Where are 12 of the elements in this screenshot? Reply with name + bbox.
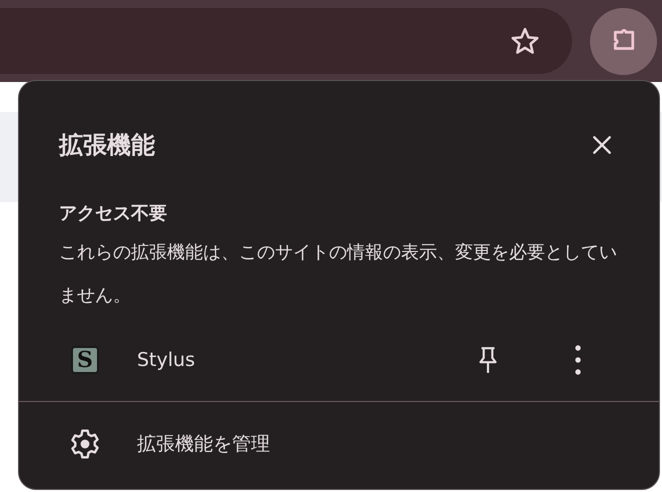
close-icon[interactable] — [591, 134, 613, 156]
popup-title: 拡張機能 — [59, 130, 155, 161]
extension-row[interactable]: S Stylus — [19, 329, 659, 391]
pin-icon[interactable] — [477, 346, 499, 374]
section-description: これらの拡張機能は、このサイトの情報の表示、変更を必要としていません。 — [58, 241, 618, 308]
more-icon[interactable] — [575, 345, 581, 375]
extension-logo-icon: S — [71, 346, 99, 374]
extension-name: Stylus — [137, 349, 196, 371]
section-heading: アクセス不要 — [58, 202, 168, 225]
manage-extensions-item[interactable]: 拡張機能を管理 — [19, 402, 659, 486]
star-icon[interactable] — [510, 26, 540, 56]
settings-icon — [69, 428, 101, 460]
